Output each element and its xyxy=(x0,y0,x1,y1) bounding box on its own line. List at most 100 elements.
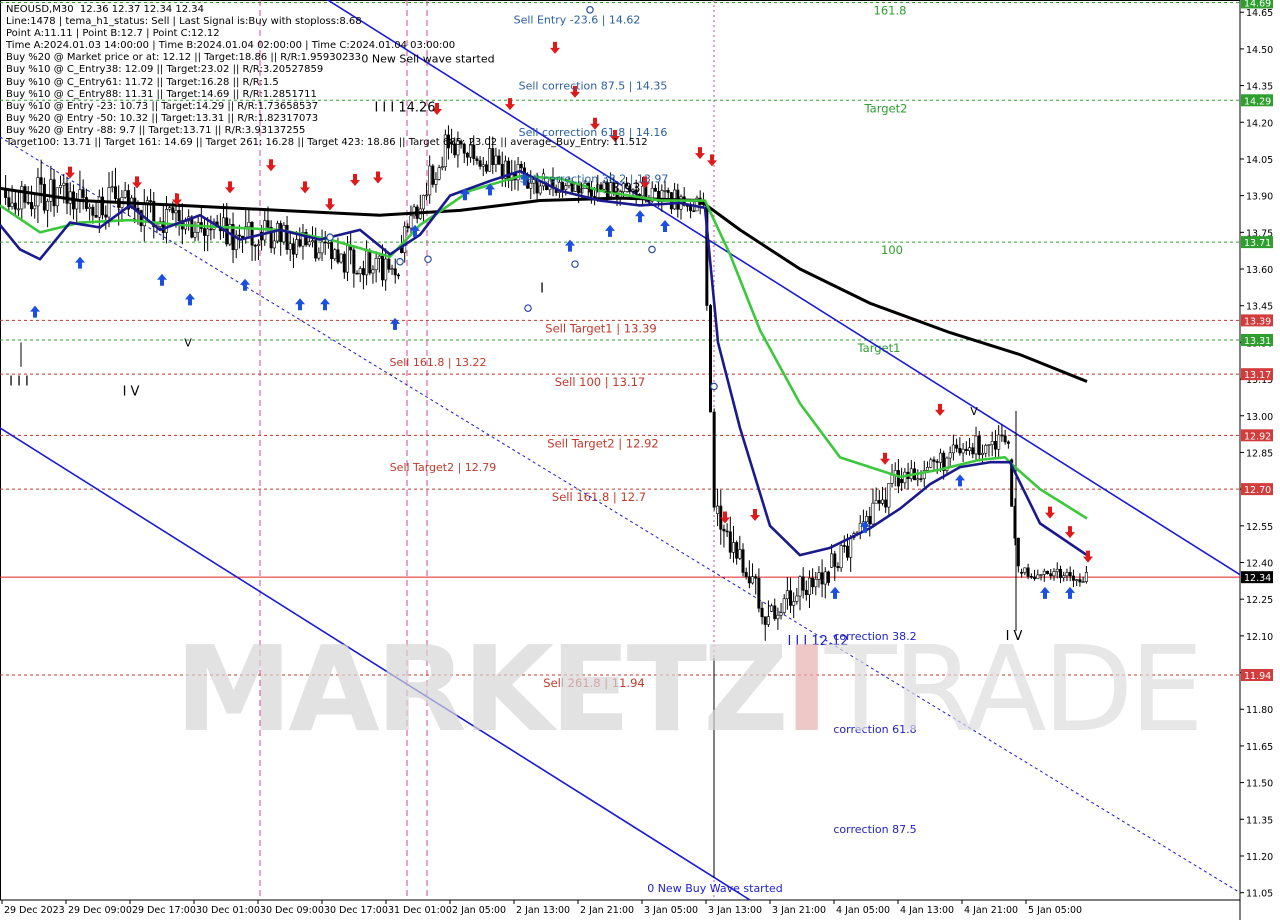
candle-body xyxy=(478,160,482,167)
candle-body xyxy=(984,445,988,454)
candle-body xyxy=(393,268,397,276)
candle-body xyxy=(104,214,108,218)
candle-body xyxy=(884,499,888,508)
candle-body xyxy=(345,245,349,273)
price-tag-label: 14.69 xyxy=(1244,0,1271,9)
candle-body xyxy=(1000,434,1004,437)
time-tick-label: 4 Jan 05:00 xyxy=(836,905,890,916)
candle-body xyxy=(39,177,43,185)
buy-arrow xyxy=(157,273,167,286)
candle-body xyxy=(916,478,920,481)
candle-body xyxy=(42,184,46,211)
candle-body xyxy=(1046,570,1050,575)
candle-body xyxy=(725,530,729,533)
candle-body xyxy=(1062,575,1066,578)
buy-arrow xyxy=(1065,586,1075,599)
candle-body xyxy=(387,258,391,270)
candle-body xyxy=(253,244,257,247)
candle-body xyxy=(760,607,764,618)
candle-body xyxy=(237,234,241,237)
candle-body xyxy=(317,252,321,259)
candle-body xyxy=(849,537,853,558)
annotation-label: I xyxy=(540,282,544,297)
candle-body xyxy=(955,444,959,449)
sell-arrow xyxy=(300,181,310,194)
candle-body xyxy=(23,186,27,203)
candle-body xyxy=(935,461,939,463)
candle-body xyxy=(497,155,501,165)
annotation-label: I I I xyxy=(9,375,29,390)
candle-body xyxy=(52,179,56,207)
time-tick-label: 29 Dec 17:00 xyxy=(132,905,196,916)
price-tick-label: 11.65 xyxy=(1246,742,1273,753)
candle-body xyxy=(488,148,492,172)
time-tick-label: 5 Jan 05:00 xyxy=(1028,905,1082,916)
annotation-label: correction 87.5 xyxy=(833,823,916,836)
candle-body xyxy=(792,601,796,606)
buy-arrow xyxy=(320,298,330,311)
candle-body xyxy=(62,182,66,186)
candle-body xyxy=(958,447,962,454)
buy-arrow xyxy=(1040,586,1050,599)
price-tick-label: 11.20 xyxy=(1246,852,1273,863)
candle-body xyxy=(81,189,85,198)
price-tag-label: 12.92 xyxy=(1244,431,1271,442)
candle-body xyxy=(275,223,279,242)
info-line: Buy %10 @ C_Entry61: 11.72 || Target:16.… xyxy=(6,76,279,88)
target-circle xyxy=(524,304,532,312)
candle-body xyxy=(355,272,359,275)
candle-body xyxy=(692,210,696,213)
time-tick-label: 29 Dec 09:00 xyxy=(68,905,132,916)
buy-arrow xyxy=(390,317,400,330)
target-circle xyxy=(396,257,404,266)
candle-body xyxy=(814,579,818,588)
candle-body xyxy=(789,590,793,606)
candle-body xyxy=(46,200,50,211)
price-tick-label: 12.85 xyxy=(1246,448,1273,459)
candle-body xyxy=(352,249,356,274)
candle-body xyxy=(330,242,334,260)
candle-body xyxy=(801,576,805,591)
info-line: Buy %10 @ C_Entry88: 11.31 || Target:14.… xyxy=(6,88,317,100)
candle-body xyxy=(689,205,693,212)
candle-body xyxy=(948,452,952,459)
candle-body xyxy=(295,239,299,255)
candle-body xyxy=(342,253,346,273)
watermark-part3: TRADE xyxy=(824,620,1204,758)
candle-body xyxy=(203,228,207,236)
candle-body xyxy=(1039,574,1043,576)
candle-body xyxy=(1020,571,1024,574)
price-tick-label: 12.55 xyxy=(1246,522,1273,533)
candle-body xyxy=(320,241,324,254)
level-label: 161.8 xyxy=(874,3,907,17)
candle-body xyxy=(247,221,251,228)
sell-arrow xyxy=(750,509,760,522)
buy-arrow xyxy=(830,586,840,599)
price-tick-label: 13.90 xyxy=(1246,192,1273,203)
candle-body xyxy=(65,182,69,204)
candle-body xyxy=(880,499,884,504)
buy-arrow xyxy=(660,220,670,232)
candle-body xyxy=(961,448,965,454)
candle-body xyxy=(977,435,981,456)
candle-body xyxy=(113,186,117,199)
level-label: Sell 161.8 | 12.7 xyxy=(552,490,646,504)
price-tick-label: 14.20 xyxy=(1246,118,1273,129)
candle-body xyxy=(75,200,79,210)
annotation-label: V xyxy=(184,336,192,349)
candle-body xyxy=(421,195,425,210)
candle-body xyxy=(971,447,975,455)
candle-body xyxy=(823,571,827,585)
price-tag-label: 13.17 xyxy=(1244,370,1271,381)
price-tick-label: 14.35 xyxy=(1246,82,1273,93)
candle-body xyxy=(1042,570,1046,575)
candle-body xyxy=(333,249,337,260)
candle-body xyxy=(428,165,432,196)
annotation-label: I V xyxy=(123,384,140,399)
price-tick-label: 14.05 xyxy=(1246,155,1273,166)
candle-body xyxy=(757,577,761,609)
buy-arrow xyxy=(240,278,250,291)
moving-average-line xyxy=(0,169,1088,557)
info-panel: NEOUSD,M30 12.36 12.37 12.34 12.34 Line:1… xyxy=(6,4,648,149)
price-tick-label: 12.10 xyxy=(1246,632,1273,643)
